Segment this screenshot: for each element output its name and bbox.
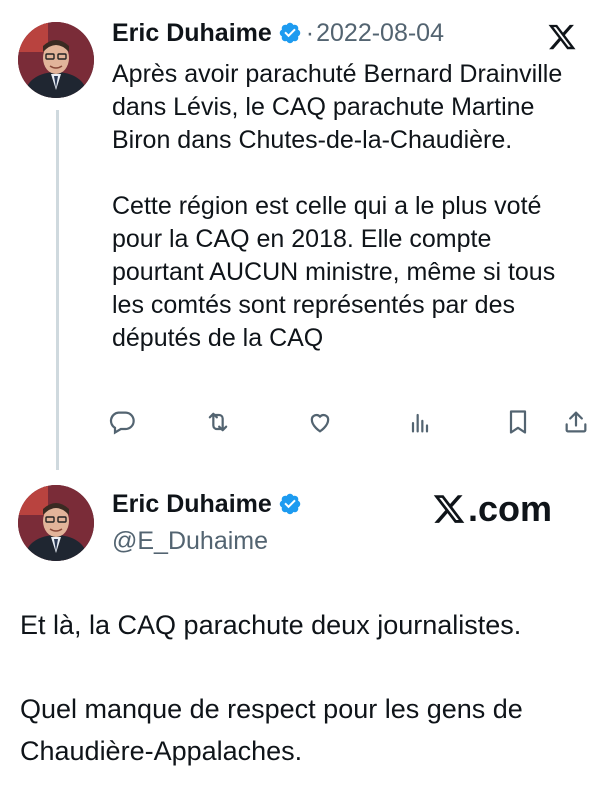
- tweet-text: Après avoir parachuté Bernard Drainville…: [112, 60, 563, 352]
- thread-line: [56, 110, 59, 470]
- bookmark-icon[interactable]: [504, 408, 532, 436]
- verified-badge-icon: [278, 492, 302, 516]
- avatar-photo: [18, 22, 94, 98]
- share-icon[interactable]: [562, 408, 590, 436]
- tweet-date[interactable]: 2022-08-04: [316, 19, 444, 47]
- tweet-actions: [108, 408, 588, 440]
- watermark-text: .com: [468, 488, 553, 529]
- tweet-header: Eric Duhaime @E_Duhaime: [112, 490, 302, 556]
- author-name[interactable]: Eric Duhaime: [112, 490, 272, 518]
- tweet-text: Et là, la CAQ parachute deux journaliste…: [20, 610, 523, 766]
- views-icon[interactable]: [406, 408, 434, 436]
- avatar[interactable]: [18, 22, 94, 98]
- separator: ·: [305, 19, 315, 47]
- author-handle[interactable]: @E_Duhaime: [112, 527, 302, 556]
- avatar[interactable]: [18, 485, 94, 561]
- avatar-photo: [18, 485, 94, 561]
- reply-icon[interactable]: [108, 408, 136, 436]
- verified-badge-icon: [278, 21, 302, 45]
- author-name[interactable]: Eric Duhaime: [112, 19, 272, 47]
- watermark: .com: [432, 488, 552, 530]
- like-icon[interactable]: [306, 408, 334, 436]
- x-logo-icon: [432, 492, 466, 526]
- x-logo-icon[interactable]: [547, 22, 577, 52]
- tweet-header: Eric Duhaime ·2022-08-04: [112, 19, 444, 48]
- retweet-icon[interactable]: [204, 408, 232, 436]
